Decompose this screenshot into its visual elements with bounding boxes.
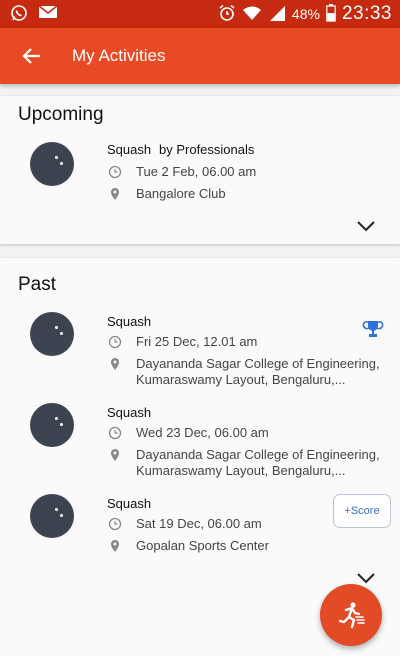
squash-ball-icon — [30, 312, 74, 356]
squash-ball-icon — [30, 142, 74, 186]
activity-sport: Squash — [107, 405, 152, 420]
activity-datetime-row: Fri 25 Dec, 12.01 am — [108, 334, 386, 350]
mail-icon — [38, 4, 58, 27]
page-title: My Activities — [72, 46, 166, 65]
squash-ball-icon — [30, 494, 74, 538]
clock-icon — [108, 335, 122, 349]
add-score-button[interactable]: +Score — [333, 494, 391, 528]
wifi-icon — [242, 5, 262, 24]
activity-datetime: Tue 2 Feb, 06.00 am — [136, 164, 257, 179]
location-pin-icon — [111, 188, 119, 200]
app-bar: My Activities — [0, 28, 400, 84]
activity-datetime: Fri 25 Dec, 12.01 am — [136, 334, 258, 349]
clock: 23:33 — [341, 3, 392, 24]
chevron-down-icon[interactable] — [356, 572, 376, 584]
activity-location-row: Gopalan Sports Center — [108, 538, 386, 554]
chevron-down-icon[interactable] — [356, 220, 376, 232]
activity-location: Dayananda Sagar College of Engineering, … — [136, 447, 380, 478]
activity-sport: Squash — [107, 496, 152, 511]
activity-sport: Squash — [107, 314, 152, 329]
past-title: Past — [18, 274, 57, 295]
location-pin-icon — [111, 358, 119, 370]
activity-location: Dayananda Sagar College of Engineering, … — [136, 356, 380, 387]
back-button[interactable] — [20, 44, 44, 68]
status-bar: 48% 23:33 — [0, 0, 400, 28]
clock-icon — [108, 517, 122, 531]
new-activity-fab[interactable] — [320, 584, 382, 646]
upcoming-card: Upcoming Squash by Professionals Tue 2 F… — [0, 96, 400, 244]
activity-location: Bangalore Club — [136, 186, 226, 201]
activity-location-row: Dayananda Sagar College of Engineering, … — [108, 356, 386, 388]
clock-icon — [108, 426, 122, 440]
activity-location: Gopalan Sports Center — [136, 538, 269, 553]
trophy-icon[interactable] — [362, 318, 384, 340]
signal-icon — [268, 4, 286, 25]
battery-icon — [326, 3, 336, 25]
arrow-left-icon — [22, 48, 40, 64]
activity-datetime-row: Tue 2 Feb, 06.00 am — [108, 164, 386, 180]
activity-organizer: by Professionals — [159, 142, 255, 157]
activity-datetime-row: Wed 23 Dec, 06.00 am — [108, 425, 386, 441]
activity-datetime: Wed 23 Dec, 06.00 am — [136, 425, 269, 440]
activity-location-row: Bangalore Club — [108, 186, 386, 202]
battery-percent: 48% — [291, 6, 320, 22]
activity-location-row: Dayananda Sagar College of Engineering, … — [108, 447, 386, 479]
activity-sport: Squash — [107, 142, 152, 157]
upcoming-title: Upcoming — [18, 104, 104, 125]
squash-ball-icon — [30, 403, 74, 447]
clock-icon — [108, 165, 122, 179]
runner-icon — [338, 602, 365, 629]
location-pin-icon — [111, 449, 119, 461]
alarm-icon — [218, 4, 236, 25]
location-pin-icon — [111, 540, 119, 552]
whatsapp-icon — [10, 4, 28, 27]
